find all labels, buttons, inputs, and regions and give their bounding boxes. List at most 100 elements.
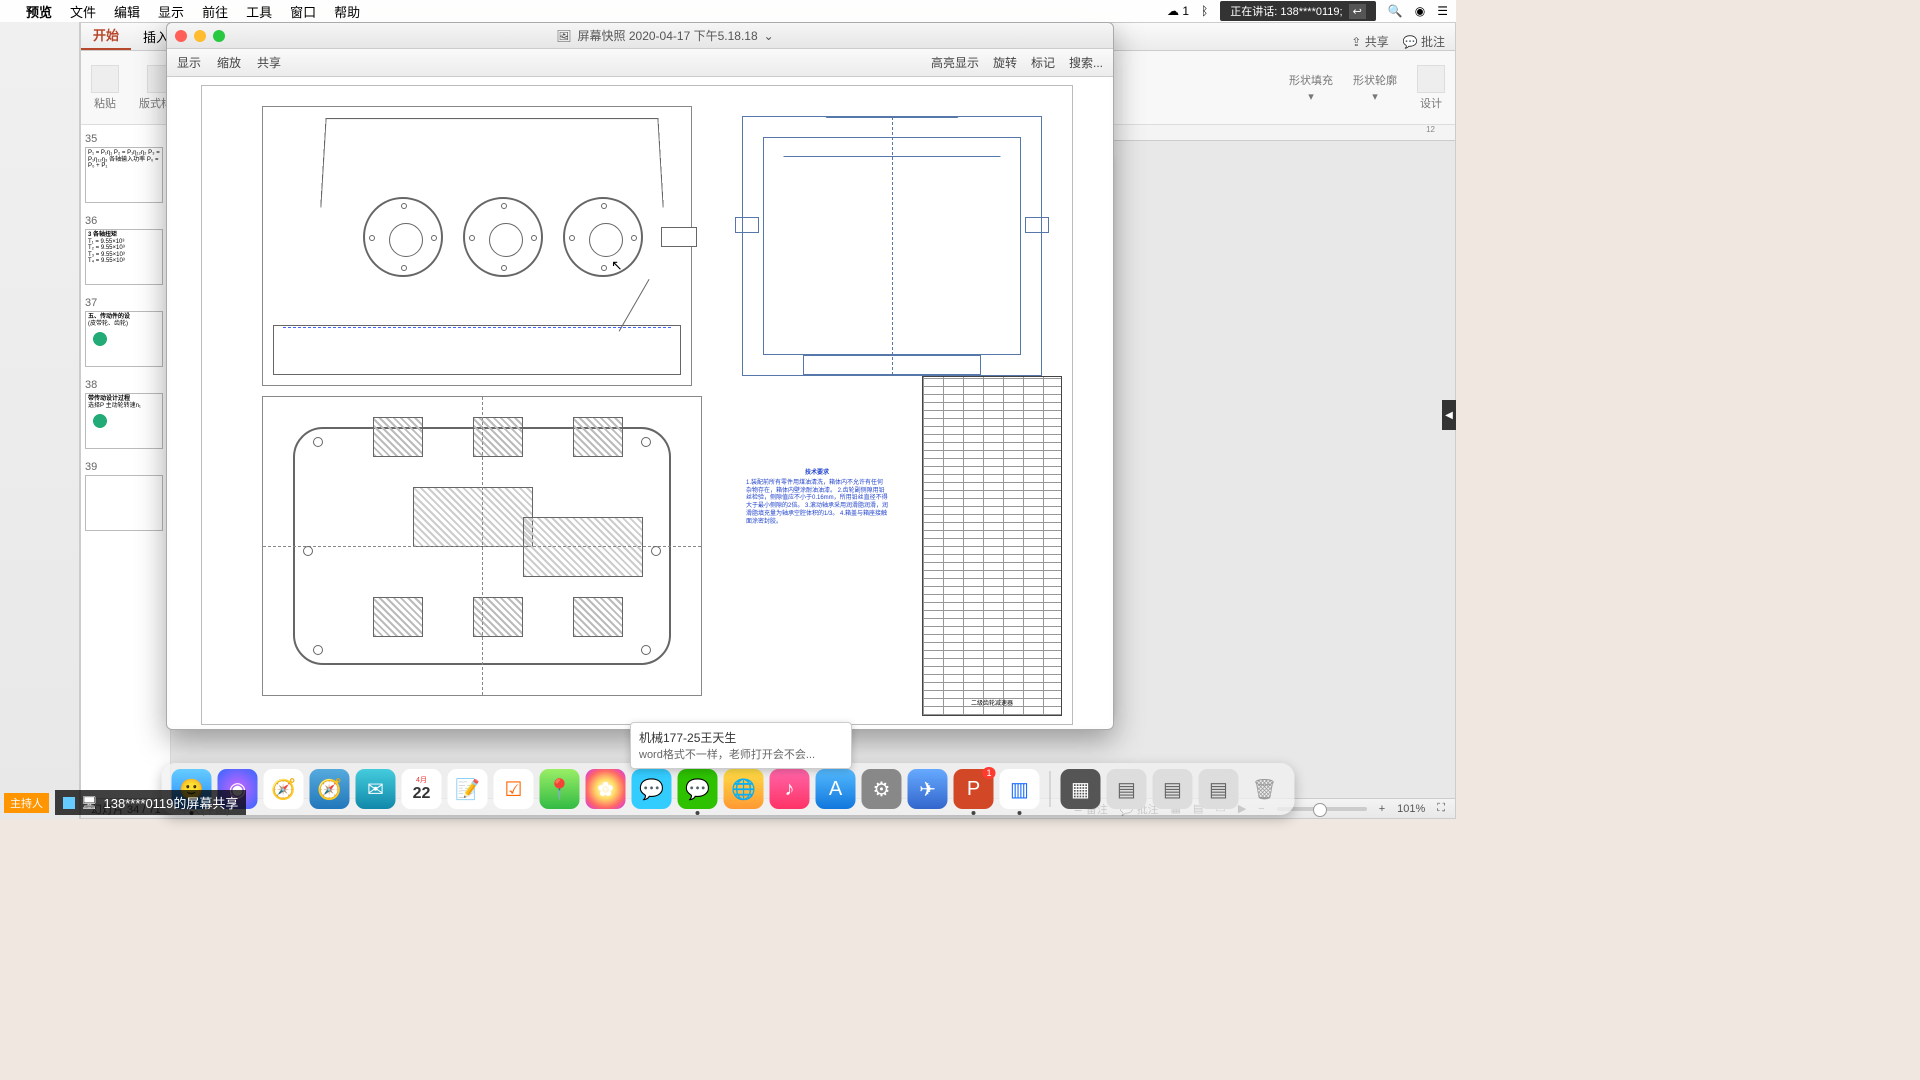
thumb-number: 36 [85,215,97,227]
ppt-share-button[interactable]: ⇪ 共享 [1351,33,1388,50]
engineering-drawing: 技术要求 1.装配前所有零件用煤油清洗，箱体内不允许有任何杂物存在，箱体内壁涂耐… [201,85,1073,725]
slide-thumb-39[interactable] [85,475,163,531]
dock-messages[interactable]: 💬 [632,769,672,809]
technical-requirements: 技术要求 1.装配前所有零件用煤油清洗，箱体内不允许有任何杂物存在，箱体内壁涂耐… [742,466,892,576]
meeting-host-label: 主持人 🖥138****0119的屏幕共享 [4,790,246,815]
slide-thumb-36[interactable]: 3 各轴扭矩T₁ = 9.55×10³T₂ = 9.55×10³T₃ = 9.5… [85,229,163,285]
chat-message: word格式不一样，老师打开会不会... [639,746,843,762]
toolbar-zoom[interactable]: 缩放 [217,54,241,71]
dock-tencent-meeting[interactable]: ▥ [1000,769,1040,809]
thumb-number: 37 [85,297,97,309]
dock-powerpoint[interactable]: P1 [954,769,994,809]
menu-window[interactable]: 窗口 [290,2,316,21]
thumb-number: 35 [85,133,97,145]
dock-trash[interactable]: 🗑 [1245,769,1285,809]
thumb-number: 38 [85,379,97,391]
ribbon-design[interactable]: 设计 [1417,65,1445,111]
fit-window-icon[interactable]: ⛶ [1437,802,1445,815]
title-dropdown-icon[interactable]: ⌄ [764,29,774,43]
dock-recent-4[interactable]: ▤ [1199,769,1239,809]
toolbar-search[interactable]: 搜索... [1069,54,1103,71]
gearbox-side-view [742,116,1042,376]
tab-home[interactable]: 开始 [81,21,131,50]
dock-safari-alt[interactable]: 🧭 [310,769,350,809]
sharing-text: 🖥138****0119的屏幕共享 [55,790,246,815]
menu-view[interactable]: 显示 [158,2,184,21]
fullscreen-window-button[interactable] [213,30,225,42]
dock-feishu[interactable]: ✈ [908,769,948,809]
macos-menubar: 预览 文件 编辑 显示 前往 工具 窗口 帮助 ☁ 1 ᛒ 正在讲话: 138*… [0,0,1456,22]
dock-notes[interactable]: 📝 [448,769,488,809]
preview-image-viewport[interactable]: 技术要求 1.装配前所有零件用煤油清洗，箱体内不允许有任何杂物存在，箱体内壁涂耐… [171,77,1109,725]
macos-dock: 🙂 ◉ 🧭 🧭 ✉ 4月22 📝 ☑ 📍 ✿ 💬 💬 🌐 ♪ A ⚙ ✈ P1 … [162,763,1295,815]
dock-music[interactable]: ♪ [770,769,810,809]
drawing-name: 二级齿轮减速器 [927,698,1057,707]
menu-file[interactable]: 文件 [70,2,96,21]
dock-recent-3[interactable]: ▤ [1153,769,1193,809]
menu-help[interactable]: 帮助 [334,2,360,21]
screen-icon: 🖥 [81,795,98,811]
menu-go[interactable]: 前往 [202,2,228,21]
dock-qq-browser[interactable]: 🌐 [724,769,764,809]
pulley-icon [88,409,112,433]
mouse-cursor-icon: ↖ [611,257,623,274]
thumb-number: 39 [85,461,97,473]
dock-safari[interactable]: 🧭 [264,769,304,809]
right-panel-expand-button[interactable]: ◀ [1442,400,1456,430]
ribbon-shape-outline[interactable]: 形状轮廓 ▾ [1353,72,1397,103]
zoom-in-button[interactable]: + [1379,803,1385,815]
zoom-percent[interactable]: 101% [1397,803,1425,815]
dock-calendar[interactable]: 4月22 [402,769,442,809]
toolbar-highlight[interactable]: 高亮显示 [931,54,979,71]
gear-icon [88,327,112,351]
call-back-icon[interactable]: ↩ [1349,4,1366,19]
preview-titlebar[interactable]: 🖼 屏幕快照 2020-04-17 下午5.18.18 ⌄ [167,23,1113,49]
siri-menubar-icon[interactable]: ◉ [1415,4,1425,18]
ppt-comment-button[interactable]: 💬 批注 [1403,33,1445,50]
toolbar-rotate[interactable]: 旋转 [993,54,1017,71]
window-title: 🖼 屏幕快照 2020-04-17 下午5.18.18 ⌄ [556,27,773,44]
dock-reminders[interactable]: ☑ [494,769,534,809]
collapsed-left-panel [0,22,80,819]
dock-appstore[interactable]: A [816,769,856,809]
bluetooth-icon[interactable]: ᛒ [1201,4,1208,18]
tech-req-body: 1.装配前所有零件用煤油清洗，箱体内不允许有任何杂物存在，箱体内壁涂耐油油漆。 … [746,480,888,527]
menu-tools[interactable]: 工具 [246,2,272,21]
chat-sender: 机械177-25王天生 [639,729,843,746]
search-icon[interactable]: 🔍 [1388,4,1403,18]
preview-toolbar: 显示 缩放 共享 高亮显示 旋转 标记 搜索... [167,49,1113,77]
design-icon [1417,65,1445,93]
slide-thumbnail-panel[interactable]: 35 P₁ = P₁η₁ P₂ = P₁η₁₂η₂ P₃ = P₁η₁₂η₃ 各轴… [81,125,171,798]
drawing-title-block: 二级齿轮减速器 [922,376,1062,716]
app-menu[interactable]: 预览 [26,2,52,21]
ribbon-shape-fill[interactable]: 形状填充 ▾ [1289,72,1333,103]
dock-settings[interactable]: ⚙ [862,769,902,809]
dock-recent-2[interactable]: ▤ [1107,769,1147,809]
menu-edit[interactable]: 编辑 [114,2,140,21]
call-text: 正在讲话: 138****0119; [1230,3,1342,19]
dock-separator [1050,771,1051,807]
wechat-status-icon[interactable]: ☁ 1 [1167,4,1189,18]
close-window-button[interactable] [175,30,187,42]
dock-wechat[interactable]: 💬 [678,769,718,809]
ribbon-paste[interactable]: 粘贴 [91,65,119,111]
toolbar-display[interactable]: 显示 [177,54,201,71]
dock-photos[interactable]: ✿ [586,769,626,809]
toolbar-share[interactable]: 共享 [257,54,281,71]
ppt-badge: 1 [982,767,995,779]
slide-thumb-37[interactable]: 五、传动件的设(皮带轮、齿轮) [85,311,163,367]
minimize-window-button[interactable] [194,30,206,42]
slide-thumb-38[interactable]: 带传动设计过程选择P 主动轮转速n₁ [85,393,163,449]
slide-thumb-35[interactable]: P₁ = P₁η₁ P₂ = P₁η₁₂η₂ P₃ = P₁η₁₂η₃ 各轴输入… [85,147,163,203]
toolbar-markup[interactable]: 标记 [1031,54,1055,71]
image-file-icon: 🖼 [556,29,571,43]
dock-recent-1[interactable]: ▦ [1061,769,1101,809]
wechat-message-popup[interactable]: 机械177-25王天生 word格式不一样，老师打开会不会... [630,722,852,769]
host-tag: 主持人 [4,793,49,813]
window-controls [175,30,225,42]
dock-mail[interactable]: ✉ [356,769,396,809]
dock-maps[interactable]: 📍 [540,769,580,809]
call-status-badge[interactable]: 正在讲话: 138****0119; ↩ [1220,1,1376,21]
preview-app-window: 🖼 屏幕快照 2020-04-17 下午5.18.18 ⌄ 显示 缩放 共享 高… [166,22,1114,730]
control-center-icon[interactable]: ☰ [1437,4,1448,18]
